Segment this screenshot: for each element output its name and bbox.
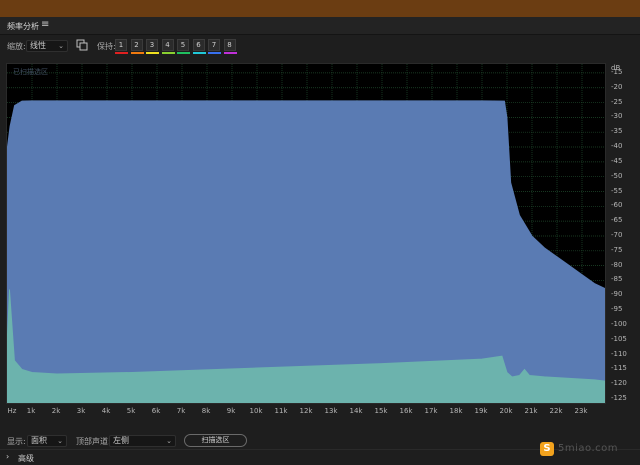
y-tick-label: -55 (611, 186, 623, 195)
x-tick-label: 10k (249, 407, 263, 415)
hold-button-7[interactable]: 7 (208, 39, 220, 51)
chevron-right-icon[interactable]: › (6, 452, 9, 461)
panel-header: 频率分析 ≡ (0, 17, 640, 35)
frequency-chart (7, 64, 605, 403)
x-tick-label: 8k (201, 407, 211, 415)
hold-button-3[interactable]: 3 (146, 39, 158, 51)
toolbar: 缩放: 线性 ⌄ 保持: 12345678 (0, 36, 640, 60)
scan-selection-button[interactable]: 扫描选区 (184, 434, 247, 447)
x-axis: Hz 1k 2k 3k 4k 5k 6k 7k 8k 9k 10k 11k 12k 13k 14k 15k 16… (6, 404, 607, 418)
y-tick-label: -40 (611, 142, 623, 151)
y-tick-label: -120 (611, 379, 627, 388)
y-tick-label: -125 (611, 394, 627, 403)
watermark-logo: S (540, 442, 554, 456)
display-select-value: 面积 (31, 436, 47, 445)
hold-button-1[interactable]: 1 (115, 39, 127, 51)
y-tick-label: -50 (611, 171, 623, 180)
hold-button-6[interactable]: 6 (192, 39, 205, 51)
hold-button-8[interactable]: 8 (223, 39, 236, 51)
x-tick-label: 12k (299, 407, 313, 415)
x-tick-label: 17k (424, 407, 438, 415)
x-tick-label: 3k (76, 407, 86, 415)
x-tick-label: 19k (474, 407, 488, 415)
hold-color-7 (208, 52, 221, 54)
x-tick-label: 7k (176, 407, 186, 415)
x-tick-label: 6k (151, 407, 161, 415)
scale-label: 缩放: (7, 42, 26, 51)
hold-color-1 (115, 52, 128, 54)
hold-color-6 (192, 52, 206, 54)
y-tick-label: -110 (611, 349, 627, 358)
y-tick-label: -45 (611, 156, 623, 165)
top-channel-label: 顶部声道: (76, 437, 111, 446)
display-select[interactable]: 面积 ⌄ (27, 435, 67, 447)
x-tick-label: 13k (324, 407, 338, 415)
watermark: S 5miao.com (540, 441, 636, 459)
hold-color-2 (130, 52, 144, 54)
x-tick-label: 15k (374, 407, 388, 415)
x-tick-label: 5k (126, 407, 136, 415)
hold-button-4[interactable]: 4 (161, 39, 174, 51)
x-unit-label: Hz (7, 407, 17, 415)
y-tick-label: -115 (611, 364, 627, 373)
hold-button-5[interactable]: 5 (177, 39, 189, 51)
x-tick-label: 4k (101, 407, 111, 415)
top-channel-select[interactable]: 左侧 ⌄ (109, 435, 176, 447)
x-tick-label: 23k (574, 407, 588, 415)
scale-select-value: 线性 (30, 41, 46, 50)
x-tick-label: 16k (399, 407, 413, 415)
y-tick-label: -60 (611, 201, 623, 210)
y-tick-label: -70 (611, 230, 623, 239)
x-tick-label: 9k (226, 407, 236, 415)
chevron-down-icon: ⌄ (57, 437, 63, 445)
x-tick-label: 21k (524, 407, 538, 415)
x-tick-label: 11k (274, 407, 288, 415)
hamburger-menu-icon[interactable]: ≡ (41, 19, 49, 30)
y-tick-label: -85 (611, 275, 623, 284)
panel-title: 频率分析 (7, 22, 39, 31)
y-tick-label: -95 (611, 305, 623, 314)
y-tick-label: -15 (611, 67, 623, 76)
selection-label: 已扫描选区 (13, 68, 48, 76)
advanced-label: 高级 (18, 454, 34, 463)
watermark-text: 5miao.com (558, 443, 618, 454)
y-axis: dB -15 -20 -25 -30 -35 -40 -45 -50 -55 -60 -65 -70 -7… (607, 63, 640, 404)
hold-color-3 (146, 52, 159, 54)
x-tick-label: 14k (349, 407, 363, 415)
hold-color-4 (161, 52, 175, 54)
x-tick-label: 1k (26, 407, 36, 415)
x-tick-label: 18k (449, 407, 463, 415)
display-label: 显示: (7, 437, 26, 446)
chevron-down-icon: ⌄ (166, 437, 172, 445)
y-tick-label: -20 (611, 82, 623, 91)
window-title-bar (0, 0, 640, 17)
y-tick-label: -30 (611, 112, 623, 121)
y-tick-label: -80 (611, 260, 623, 269)
chevron-down-icon: ⌄ (58, 42, 64, 50)
top-channel-select-value: 左侧 (113, 436, 129, 445)
y-tick-label: -75 (611, 245, 623, 254)
series-area-1 (7, 100, 605, 403)
y-tick-label: -65 (611, 216, 623, 225)
y-tick-label: -100 (611, 319, 627, 328)
copy-icon[interactable] (76, 39, 88, 51)
y-tick-label: -90 (611, 290, 623, 299)
y-tick-label: -35 (611, 127, 623, 136)
hold-button-2[interactable]: 2 (130, 39, 143, 51)
spectrum-plot[interactable]: 已扫描选区 (6, 63, 606, 404)
hold-label: 保持: (97, 42, 116, 51)
x-tick-label: 20k (499, 407, 513, 415)
y-tick-label: -25 (611, 97, 623, 106)
hold-color-8 (223, 52, 237, 54)
x-tick-label: 22k (549, 407, 563, 415)
hold-color-5 (177, 52, 190, 54)
x-tick-label: 2k (51, 407, 61, 415)
y-tick-label: -105 (611, 334, 627, 343)
scale-select[interactable]: 线性 ⌄ (26, 40, 68, 52)
